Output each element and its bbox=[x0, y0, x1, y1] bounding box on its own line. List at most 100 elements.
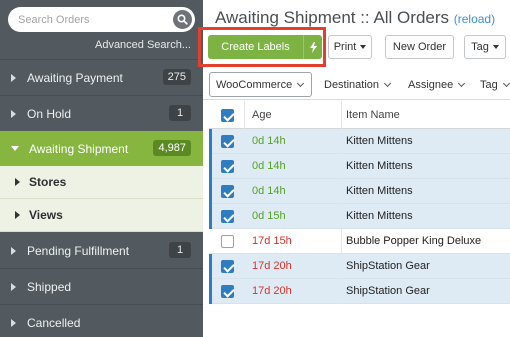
selection-indicator bbox=[209, 279, 212, 304]
item-name-cell: Bubble Popper King Deluxe bbox=[346, 235, 482, 247]
sidebar-subitem-views[interactable]: Views bbox=[0, 199, 203, 232]
chevron-down-icon bbox=[458, 79, 466, 87]
column-divider bbox=[244, 101, 245, 129]
tag-button-label: Tag bbox=[471, 41, 489, 53]
sidebar-item-label: Cancelled bbox=[27, 315, 81, 330]
sidebar-item-awaiting-shipment[interactable]: Awaiting Shipment 4,987 bbox=[0, 131, 203, 166]
select-all-checkbox[interactable] bbox=[221, 109, 234, 122]
age-cell: 17d 20h bbox=[252, 260, 292, 272]
age-cell: 17d 15h bbox=[252, 235, 292, 247]
item-name-cell: Kitten Mittens bbox=[346, 160, 413, 172]
tag-filter-label: Tag bbox=[480, 78, 498, 91]
row-checkbox[interactable] bbox=[221, 235, 234, 248]
item-name-cell: ShipStation Gear bbox=[346, 285, 430, 297]
row-checkbox[interactable] bbox=[221, 135, 234, 148]
column-divider bbox=[341, 101, 342, 129]
age-cell: 0d 14h bbox=[252, 185, 286, 197]
selection-indicator bbox=[209, 129, 212, 154]
store-filter[interactable]: WooCommerce bbox=[209, 72, 312, 97]
tag-button[interactable]: Tag bbox=[464, 35, 506, 59]
cell-divider bbox=[341, 279, 342, 304]
sidebar-item-cancelled[interactable]: Cancelled bbox=[0, 305, 203, 337]
row-checkbox[interactable] bbox=[221, 260, 234, 273]
age-cell: 17d 20h bbox=[252, 285, 292, 297]
row-checkbox[interactable] bbox=[221, 160, 234, 173]
tag-filter[interactable]: Tag bbox=[480, 72, 510, 97]
sidebar-item-shipped[interactable]: Shipped bbox=[0, 269, 203, 304]
sidebar-item-on-hold[interactable]: On Hold 1 bbox=[0, 96, 203, 131]
sidebar-item-label: Pending Fulfillment bbox=[27, 243, 130, 258]
table-row[interactable]: 0d 14h Kitten Mittens bbox=[209, 154, 510, 179]
reload-link[interactable]: (reload) bbox=[454, 12, 495, 26]
sidebar-subitem-label: Stores bbox=[29, 175, 67, 189]
search-button[interactable] bbox=[173, 10, 192, 29]
assignee-filter[interactable]: Assignee bbox=[408, 72, 466, 97]
sidebar-subitem-stores[interactable]: Stores bbox=[0, 166, 203, 199]
age-cell: 0d 14h bbox=[252, 160, 286, 172]
chevron-down-icon bbox=[384, 79, 392, 87]
search-icon bbox=[177, 14, 188, 25]
page-title: Awaiting Shipment :: All Orders (reload) bbox=[215, 8, 495, 28]
chevron-down-icon bbox=[502, 79, 510, 87]
selection-indicator bbox=[209, 254, 212, 279]
row-checkbox[interactable] bbox=[221, 210, 234, 223]
item-name-cell: Kitten Mittens bbox=[346, 135, 413, 147]
sidebar: Advanced Search... Awaiting Payment 275 … bbox=[0, 0, 203, 337]
table-row[interactable]: 0d 15h Kitten Mittens bbox=[209, 204, 510, 229]
cell-divider bbox=[341, 204, 342, 229]
table-row[interactable]: 0d 14h Kitten Mittens bbox=[209, 129, 510, 154]
caret-right-icon bbox=[11, 282, 16, 291]
sidebar-item-pending-fulfillment[interactable]: Pending Fulfillment 1 bbox=[0, 233, 203, 268]
assignee-filter-label: Assignee bbox=[408, 78, 454, 91]
search-input[interactable] bbox=[18, 7, 168, 32]
print-button[interactable]: Print bbox=[328, 35, 372, 59]
destination-filter[interactable]: Destination bbox=[324, 72, 392, 97]
cell-divider bbox=[341, 179, 342, 204]
sidebar-item-label: On Hold bbox=[27, 106, 72, 121]
advanced-search-link[interactable]: Advanced Search... bbox=[95, 39, 191, 51]
caret-right-icon bbox=[11, 246, 16, 255]
row-checkbox[interactable] bbox=[221, 185, 234, 198]
column-header-item-name[interactable]: Item Name bbox=[346, 101, 400, 129]
print-button-label: Print bbox=[333, 41, 357, 53]
count-badge: 4,987 bbox=[153, 140, 191, 156]
cell-divider bbox=[341, 154, 342, 179]
row-checkbox[interactable] bbox=[221, 285, 234, 298]
destination-filter-label: Destination bbox=[324, 78, 380, 91]
caret-down-icon bbox=[11, 146, 19, 151]
item-name-cell: Kitten Mittens bbox=[346, 210, 413, 222]
sidebar-item-label: Awaiting Shipment bbox=[29, 141, 129, 156]
count-badge: 1 bbox=[169, 105, 191, 121]
table-row[interactable]: 17d 15h Bubble Popper King Deluxe bbox=[209, 229, 510, 254]
cell-divider bbox=[341, 129, 342, 154]
sidebar-item-awaiting-payment[interactable]: Awaiting Payment 275 bbox=[0, 60, 203, 95]
item-name-cell: ShipStation Gear bbox=[346, 260, 430, 272]
count-badge: 1 bbox=[169, 242, 191, 258]
count-badge: 275 bbox=[162, 69, 191, 85]
column-header-age[interactable]: Age bbox=[252, 101, 272, 129]
new-order-button-label: New Order bbox=[392, 41, 447, 53]
sidebar-item-label: Shipped bbox=[27, 279, 72, 294]
caret-right-icon bbox=[11, 318, 16, 327]
store-filter-label: WooCommerce bbox=[216, 78, 293, 91]
caret-right-icon bbox=[11, 109, 16, 118]
divider bbox=[203, 99, 510, 100]
table-row[interactable]: 17d 20h ShipStation Gear bbox=[209, 254, 510, 279]
age-cell: 0d 15h bbox=[252, 210, 286, 222]
sidebar-item-label: Awaiting Payment bbox=[27, 70, 123, 85]
caret-right-icon bbox=[15, 178, 20, 186]
main-panel: Awaiting Shipment :: All Orders (reload)… bbox=[198, 0, 510, 337]
table-row[interactable]: 17d 20h ShipStation Gear bbox=[209, 279, 510, 304]
caret-right-icon bbox=[11, 73, 16, 82]
selection-indicator bbox=[209, 154, 212, 179]
cell-divider bbox=[341, 254, 342, 279]
orders-table: Age Item Name 0d 14h Kitten Mittens 0d 1… bbox=[209, 101, 510, 304]
selection-indicator bbox=[209, 204, 212, 229]
caret-right-icon bbox=[15, 211, 20, 219]
item-name-cell: Kitten Mittens bbox=[346, 185, 413, 197]
dropdown-caret-icon bbox=[360, 45, 367, 49]
new-order-button[interactable]: New Order bbox=[385, 35, 454, 59]
cell-divider bbox=[341, 229, 342, 254]
search-box bbox=[8, 7, 195, 32]
table-row[interactable]: 0d 14h Kitten Mittens bbox=[209, 179, 510, 204]
